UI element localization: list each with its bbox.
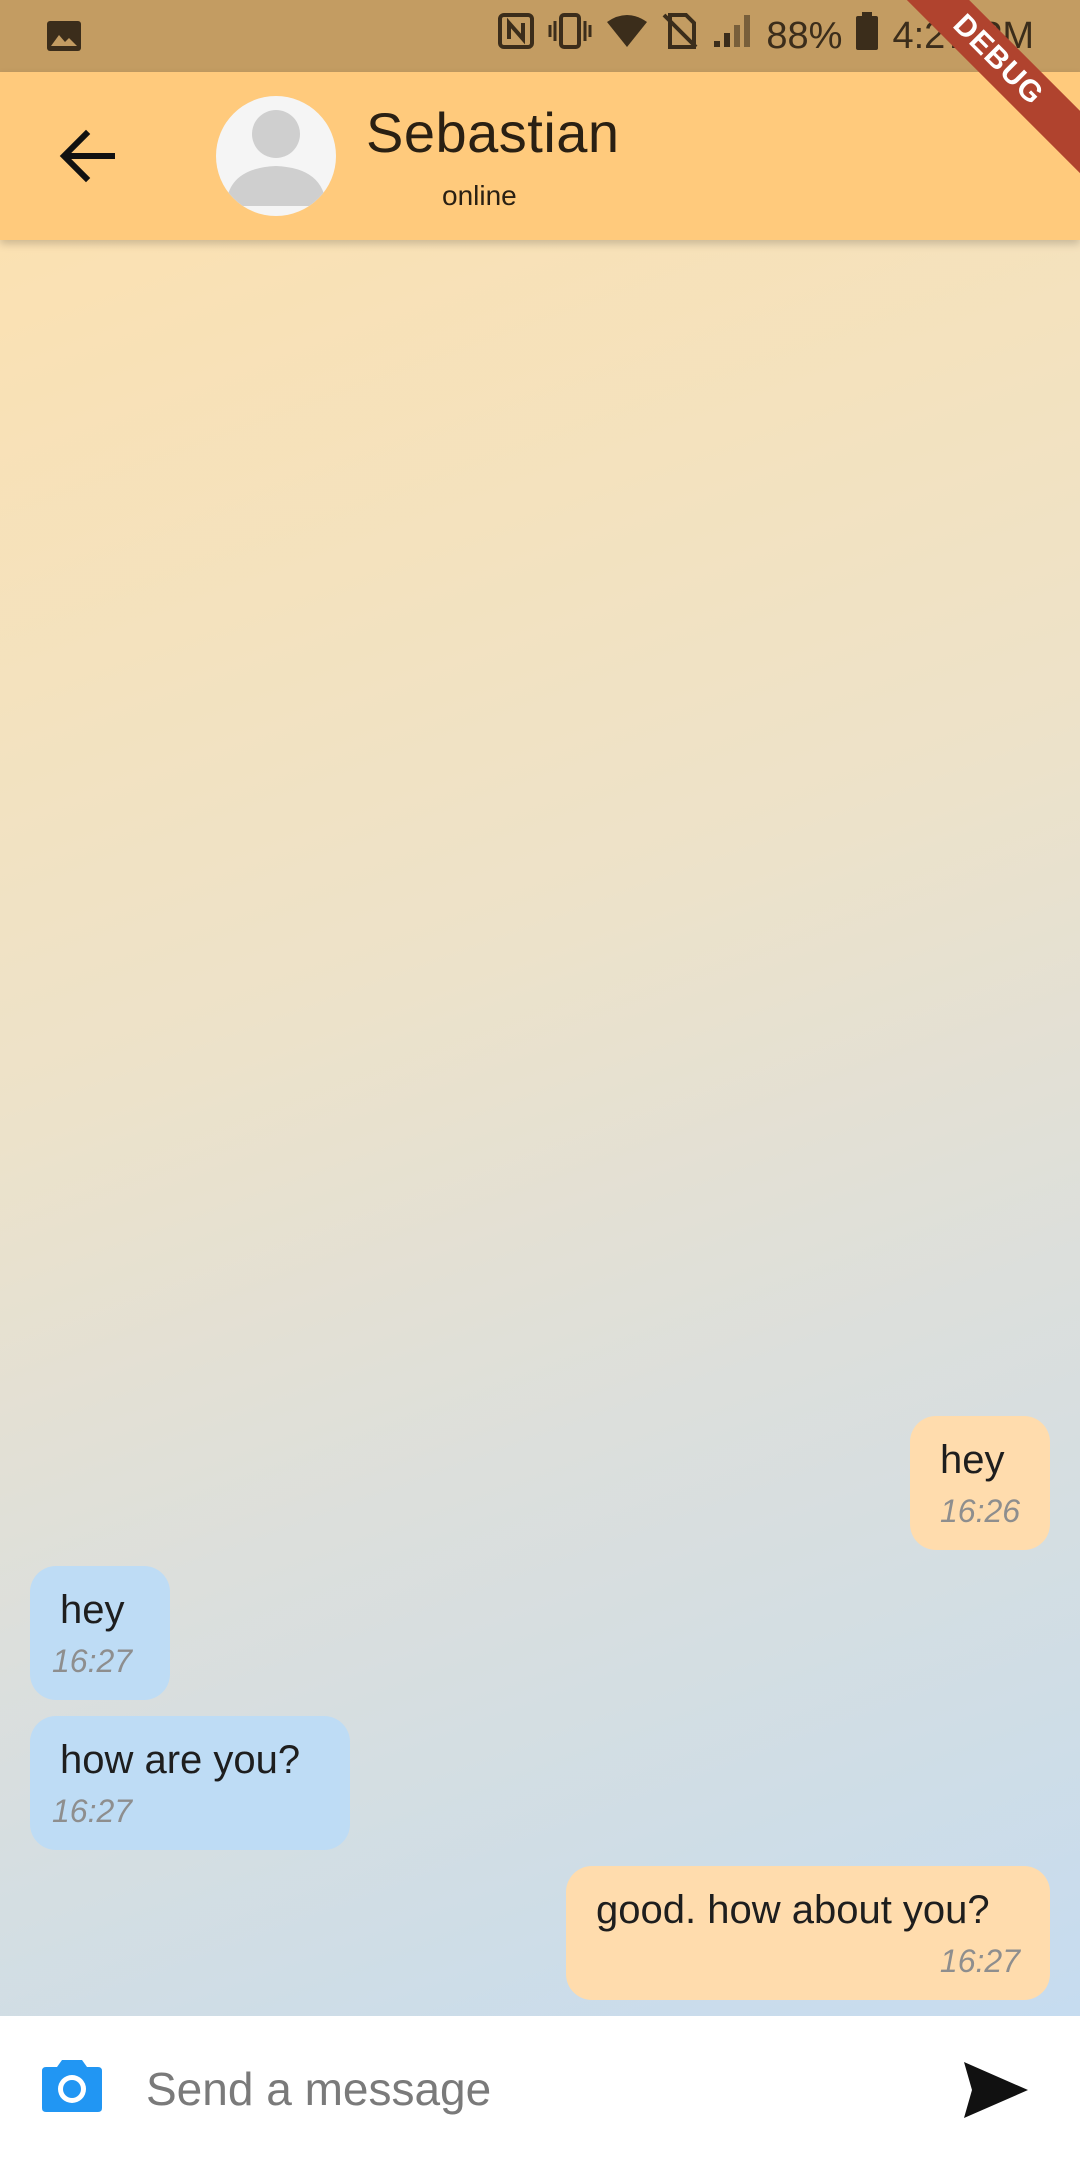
battery-icon bbox=[856, 12, 879, 60]
message-text: how are you? bbox=[60, 1738, 301, 1782]
camera-button[interactable] bbox=[40, 2058, 104, 2114]
arrow-left-icon bbox=[52, 129, 124, 196]
message-composer bbox=[0, 2016, 1080, 2160]
message-bubble-received[interactable]: hey 16:27 bbox=[30, 1566, 170, 1700]
nfc-icon bbox=[498, 13, 535, 59]
message-list[interactable]: hey 16:26 hey 16:27 how are you? 16:27 g… bbox=[0, 240, 1080, 2016]
no-sim-icon bbox=[662, 13, 698, 59]
message-bubble-sent[interactable]: hey 16:26 bbox=[910, 1416, 1050, 1550]
message-text: hey bbox=[60, 1588, 125, 1632]
avatar[interactable] bbox=[216, 96, 336, 216]
contact-status: online bbox=[442, 180, 517, 211]
message-time: 16:26 bbox=[940, 1493, 1021, 1529]
message-time: 16:27 bbox=[52, 1643, 133, 1679]
message-input[interactable] bbox=[144, 2052, 908, 2126]
back-button[interactable] bbox=[52, 120, 124, 192]
camera-icon bbox=[40, 2060, 104, 2118]
send-icon bbox=[962, 2062, 1030, 2124]
message-bubble-received[interactable]: how are you? 16:27 bbox=[30, 1716, 350, 1850]
image-icon bbox=[46, 20, 82, 57]
person-placeholder-icon bbox=[216, 110, 336, 216]
message-bubble-sent[interactable]: good. how about you? 16:27 bbox=[566, 1866, 1050, 2000]
wifi-icon bbox=[606, 14, 648, 58]
message-text: good. how about you? bbox=[596, 1888, 990, 1932]
message-text: hey bbox=[940, 1438, 1005, 1482]
battery-percent: 88% bbox=[766, 14, 843, 57]
chat-header: Sebastian online bbox=[0, 72, 1080, 240]
message-time: 16:27 bbox=[52, 1793, 133, 1829]
vibrate-icon bbox=[548, 13, 592, 59]
message-time: 16:27 bbox=[939, 1943, 1020, 1979]
contact-name: Sebastian bbox=[366, 101, 620, 164]
send-button[interactable] bbox=[962, 2060, 1030, 2120]
signal-icon bbox=[712, 13, 752, 59]
